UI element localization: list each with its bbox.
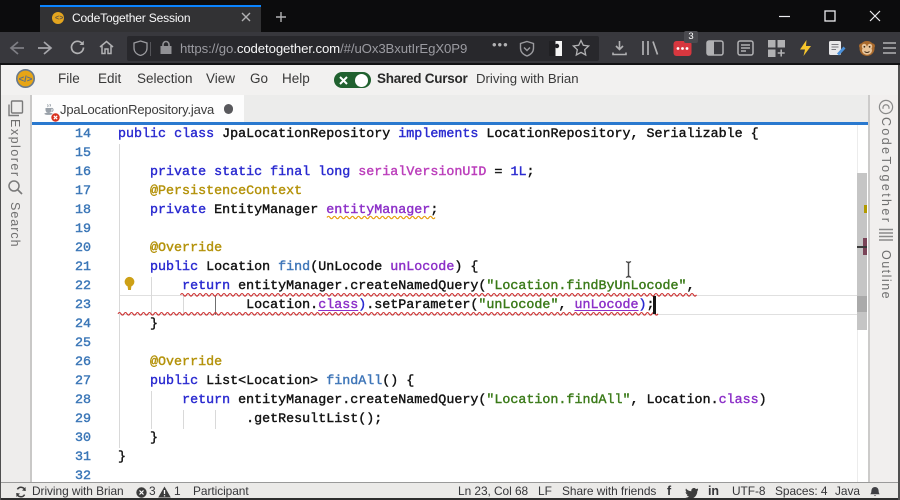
svg-text:</>: </> (19, 74, 33, 85)
